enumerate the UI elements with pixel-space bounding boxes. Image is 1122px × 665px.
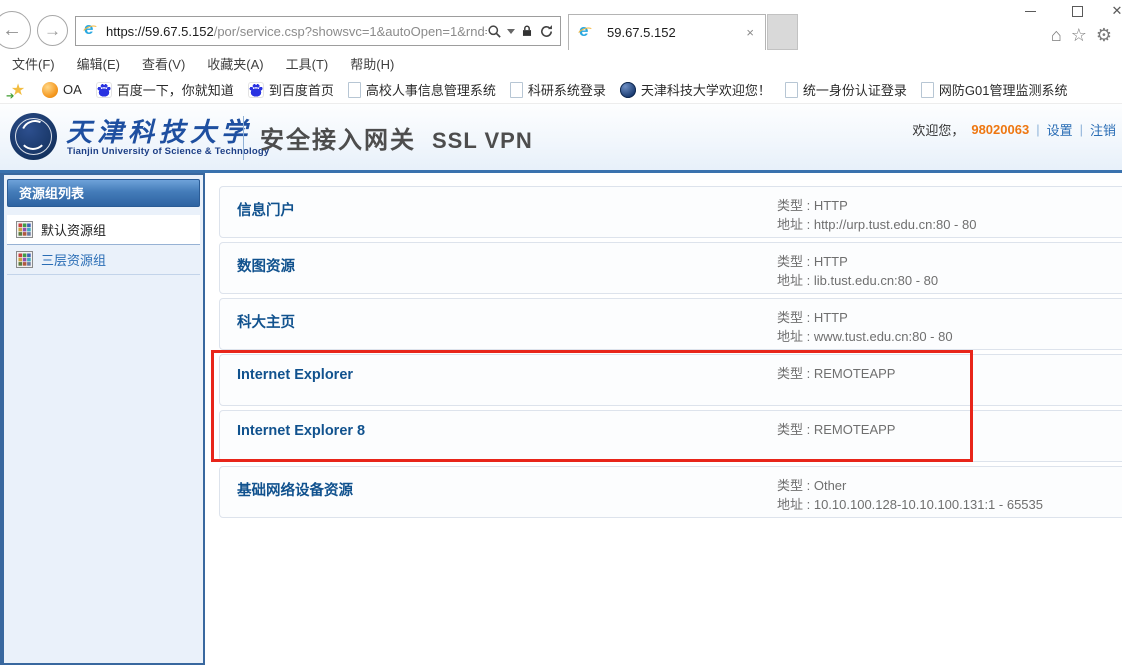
favorite-label: 天津科技大学欢迎您！ bbox=[641, 80, 771, 99]
portal-title: 安全接入网关 bbox=[260, 120, 416, 155]
resource-link[interactable]: 基础网络设备资源 bbox=[237, 479, 353, 500]
minimize-button[interactable] bbox=[1015, 2, 1045, 20]
browser-window: ← → e https://59.67.5.152/por/service.cs… bbox=[0, 0, 1122, 665]
resource-meta: 类型 : Other 地址 : 10.10.100.128-10.10.100.… bbox=[777, 476, 1043, 514]
menu-item[interactable]: 帮助(H) bbox=[350, 54, 394, 73]
menu-item[interactable]: 编辑(E) bbox=[77, 54, 120, 73]
tab-close-icon[interactable]: × bbox=[743, 25, 757, 40]
address-bar[interactable]: e https://59.67.5.152/por/service.csp?sh… bbox=[75, 16, 561, 46]
portal-header: 天津科技大学 Tianjin University of Science & T… bbox=[0, 104, 1122, 173]
close-button[interactable]: ✕ bbox=[1106, 2, 1122, 20]
portal-subtitle: SSL VPN bbox=[432, 128, 533, 154]
university-name-en: Tianjin University of Science & Technolo… bbox=[67, 146, 269, 157]
resource-link[interactable]: 科大主页 bbox=[237, 311, 295, 332]
refresh-icon[interactable] bbox=[539, 24, 554, 39]
favorite-icon bbox=[785, 82, 798, 98]
add-favorite-icon[interactable]: ★➔ bbox=[8, 80, 28, 100]
resource-group-icon bbox=[16, 221, 33, 238]
url-text: https://59.67.5.152/por/service.csp?show… bbox=[106, 24, 487, 39]
favorites-star-icon[interactable]: ☆ bbox=[1071, 24, 1087, 46]
tab-title: 59.67.5.152 bbox=[607, 25, 743, 40]
sidebar-group-label: 三层资源组 bbox=[41, 250, 106, 269]
sidebar-group-label: 默认资源组 bbox=[41, 220, 106, 239]
favorite-label: 网防G01管理监测系统 bbox=[939, 80, 1068, 99]
lock-icon bbox=[520, 24, 534, 38]
menu-item[interactable]: 收藏夹(A) bbox=[207, 54, 263, 73]
search-dropdown-icon[interactable] bbox=[507, 29, 515, 34]
favorite-label: 到百度首页 bbox=[269, 80, 334, 99]
sidebar-group-item[interactable]: 默认资源组 bbox=[7, 215, 200, 245]
resource-group-icon bbox=[16, 251, 33, 268]
favorites-item[interactable]: 百度一下，你就知道 bbox=[96, 80, 234, 99]
university-logo bbox=[10, 113, 57, 160]
resource-row: 科大主页 类型 : HTTP 地址 : www.tust.edu.cn:80 -… bbox=[219, 298, 1122, 350]
sidebar-title: 资源组列表 bbox=[7, 179, 200, 207]
logout-link[interactable]: 注销 bbox=[1090, 120, 1116, 139]
search-icon[interactable] bbox=[487, 24, 502, 39]
browser-tab[interactable]: e 59.67.5.152 × bbox=[568, 14, 766, 50]
favorite-icon bbox=[248, 82, 264, 98]
favorite-icon bbox=[620, 82, 636, 98]
resource-link[interactable]: 数图资源 bbox=[237, 255, 295, 276]
favorites-item[interactable]: 到百度首页 bbox=[248, 80, 334, 99]
header-divider bbox=[243, 116, 244, 160]
favorite-icon bbox=[96, 82, 112, 98]
gear-icon[interactable]: ⚙ bbox=[1096, 24, 1112, 46]
maximize-button[interactable] bbox=[1062, 2, 1092, 20]
resource-row: 信息门户 类型 : HTTP 地址 : http://urp.tust.edu.… bbox=[219, 186, 1122, 238]
home-icon[interactable]: ⌂ bbox=[1051, 24, 1062, 46]
favorite-icon bbox=[510, 82, 523, 98]
forward-button[interactable]: → bbox=[37, 15, 68, 46]
favorites-item[interactable]: 天津科技大学欢迎您！ bbox=[620, 80, 771, 99]
resource-meta: 类型 : HTTP 地址 : http://urp.tust.edu.cn:80… bbox=[777, 196, 976, 234]
resource-link[interactable]: 信息门户 bbox=[237, 199, 295, 220]
resource-meta: 类型 : HTTP 地址 : lib.tust.edu.cn:80 - 80 bbox=[777, 252, 938, 290]
favorite-label: 科研系统登录 bbox=[528, 80, 606, 99]
favorites-item[interactable]: 统一身份认证登录 bbox=[785, 80, 907, 99]
ie-icon: e bbox=[82, 22, 100, 40]
menu-item[interactable]: 文件(F) bbox=[12, 54, 55, 73]
favorites-item[interactable]: 科研系统登录 bbox=[510, 80, 606, 99]
highlight-rectangle bbox=[211, 350, 973, 462]
favorite-label: OA bbox=[63, 82, 82, 97]
favorite-icon bbox=[42, 82, 58, 98]
new-tab-button[interactable] bbox=[767, 14, 798, 50]
settings-link[interactable]: 设置 bbox=[1047, 120, 1073, 139]
favorite-icon bbox=[921, 82, 934, 98]
favorites-item[interactable]: 网防G01管理监测系统 bbox=[921, 80, 1068, 99]
favorites-bar: ★➔ OA 百度一下，你就知道 到百度首页 bbox=[0, 76, 1122, 104]
favorites-item[interactable]: OA bbox=[42, 82, 82, 98]
favorite-label: 百度一下，你就知道 bbox=[117, 80, 234, 99]
ie-icon: e bbox=[577, 24, 595, 42]
resource-group-sidebar: 资源组列表 默认资源组 bbox=[0, 173, 205, 665]
resource-meta: 类型 : HTTP 地址 : www.tust.edu.cn:80 - 80 bbox=[777, 308, 953, 346]
favorites-item[interactable]: 高校人事信息管理系统 bbox=[348, 80, 496, 99]
menu-bar: 文件(F) 编辑(E) 查看(V) 收藏夹(A) 工具(T) 帮助(H) bbox=[0, 50, 1122, 76]
welcome-text: 欢迎您， bbox=[912, 120, 964, 139]
resource-row: 数图资源 类型 : HTTP 地址 : lib.tust.edu.cn:80 -… bbox=[219, 242, 1122, 294]
username: 98020063 bbox=[971, 122, 1029, 137]
favorite-icon bbox=[348, 82, 361, 98]
browser-chrome: ← → e https://59.67.5.152/por/service.cs… bbox=[0, 0, 1122, 50]
menu-item[interactable]: 查看(V) bbox=[142, 54, 185, 73]
resource-row: 基础网络设备资源 类型 : Other 地址 : 10.10.100.128-1… bbox=[219, 466, 1122, 518]
sidebar-group-item[interactable]: 三层资源组 bbox=[7, 245, 200, 275]
menu-item[interactable]: 工具(T) bbox=[286, 54, 329, 73]
favorite-label: 统一身份认证登录 bbox=[803, 80, 907, 99]
back-button[interactable]: ← bbox=[0, 11, 31, 49]
university-name-cn: 天津科技大学 bbox=[66, 112, 252, 149]
favorite-label: 高校人事信息管理系统 bbox=[366, 80, 496, 99]
